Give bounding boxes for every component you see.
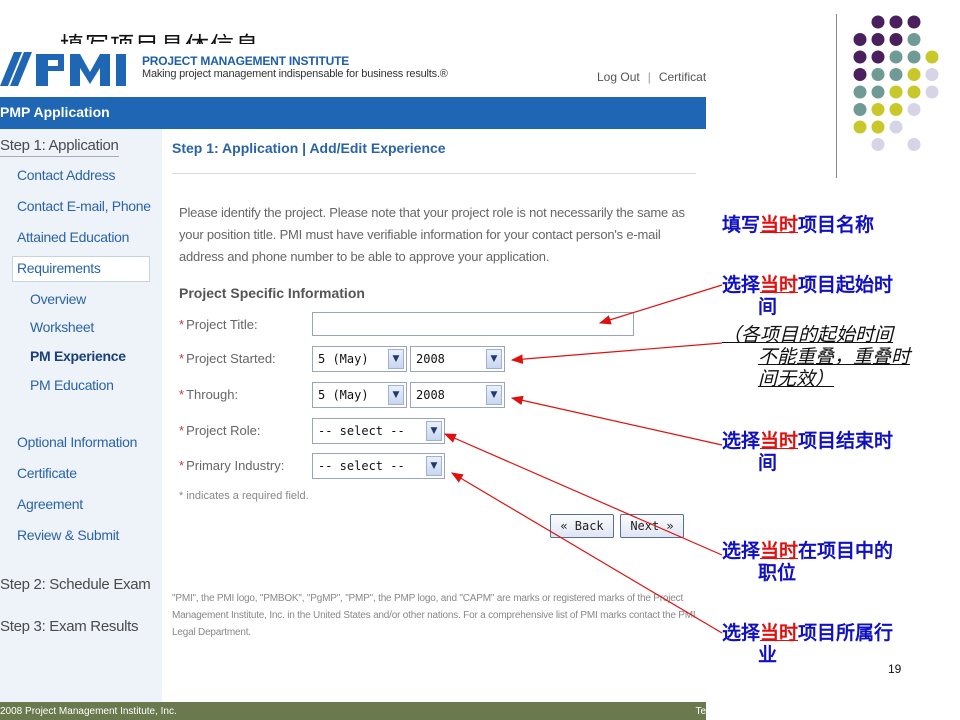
decorative-dot [925,68,939,81]
annotation-project-name: 填写当时项目名称 [722,214,875,236]
decorative-dot [907,138,921,151]
org-tagline: Making project management indispensable … [142,68,448,80]
decorative-dot [889,85,903,99]
sidebar-item-review-submit[interactable]: Review & Submit [17,527,119,543]
project-role-select[interactable]: -- select -- ▼ [312,418,445,444]
divider-line [836,14,837,178]
decorative-dot [907,15,921,29]
app-title-bar: PMP Application [0,97,706,129]
intro-text: Please identify the project. Please note… [179,205,685,264]
decorative-dot [853,103,867,116]
back-button[interactable]: « Back [550,514,614,538]
decorative-dot [853,50,867,64]
decorative-dot [853,85,867,99]
decorative-dot [889,103,903,116]
project-role-label: * Project Role: [179,423,261,438]
sidebar-item-certificate[interactable]: Certificate [17,465,77,481]
sidebar-step2[interactable]: Step 2: Schedule Exam [0,576,151,593]
chevron-down-icon: ▼ [486,349,502,369]
decorative-dot [871,50,885,64]
sidebar-item-contact-address[interactable]: Contact Address [17,167,116,183]
footer-right-text: Te [695,706,706,717]
project-started-label: * Project Started: [179,351,276,366]
project-title-input[interactable] [312,312,634,336]
sidebar-step3[interactable]: Step 3: Exam Results [0,618,139,635]
main-title: Step 1: Application | Add/Edit Experienc… [172,140,446,156]
legal-note: "PMI", the PMI logo, "PMBOK", "PgMP", "P… [172,593,696,638]
sidebar-item-agreement[interactable]: Agreement [17,496,83,512]
decorative-dot [871,68,885,81]
main-divider [172,173,696,174]
decorative-dot [871,120,885,134]
annotation-overlap-warning: （各项目的起始时间 不能重叠，重叠时 间无效） [722,324,911,390]
pmi-screenshot: PROJECT MANAGEMENT INSTITUTE Making proj… [0,44,706,720]
chevron-down-icon: ▼ [388,385,404,405]
chevron-down-icon: ▼ [426,421,442,441]
decorative-dot [871,33,885,46]
section-heading: Project Specific Information [179,285,365,301]
next-button[interactable]: Next » [620,514,684,538]
sidebar-subitem-worksheet[interactable]: Worksheet [30,319,94,335]
through-label: * Through: [179,387,239,402]
sidebar: Step 1: Application Contact Address Cont… [0,129,162,720]
page-number: 19 [888,662,902,676]
chevron-down-icon: ▼ [486,385,502,405]
sidebar-subitem-overview[interactable]: Overview [30,291,86,307]
copyright: 2008 Project Management Institute, Inc. [0,706,177,717]
decorative-dot [853,120,867,134]
decorative-dot [889,15,903,29]
decorative-dot [907,103,921,116]
decorative-dot [889,120,903,134]
primary-industry-label: * Primary Industry: [179,458,285,473]
certification-link[interactable]: Certificat [659,70,706,84]
decorative-dot [889,50,903,64]
decorative-dot [889,68,903,81]
decorative-dot [853,33,867,46]
decorative-dot [907,50,921,64]
decorative-dot [907,68,921,81]
sidebar-item-education[interactable]: Attained Education [17,229,129,245]
decorative-dot [871,15,885,29]
chevron-down-icon: ▼ [426,456,442,476]
footer-bar: 2008 Project Management Institute, Inc. … [0,702,706,720]
annotation-role: 选择当时在项目中的 职位 [722,540,894,584]
chevron-down-icon: ▼ [388,349,404,369]
annotation-end-date: 选择当时项目结束时间 [722,430,894,474]
decorative-dot [925,50,939,64]
primary-industry-select[interactable]: -- select -- ▼ [312,453,445,479]
sidebar-step1[interactable]: Step 1: Application [0,137,119,157]
sidebar-subitem-pm-experience[interactable]: PM Experience [30,348,126,364]
project-title-label: * Project Title: [179,317,258,332]
decorative-dot [871,138,885,151]
decorative-dot [907,33,921,46]
app-title: PMP Application [0,104,110,120]
decorative-dot [853,68,867,81]
sidebar-item-optional-info[interactable]: Optional Information [17,434,137,450]
started-year-select[interactable]: 2008 ▼ [410,346,505,372]
started-month-select[interactable]: 5 (May) ▼ [312,346,407,372]
annotation-industry: 选择当时项目所属行业 [722,622,894,666]
logout-link[interactable]: Log Out [597,70,640,84]
required-note: * indicates a required field. [179,490,309,502]
sidebar-item-contact-email[interactable]: Contact E-mail, Phone [17,198,151,214]
decorative-dot [925,85,939,99]
annotation-start-date: 选择当时项目起始时间 [722,274,894,318]
decorative-dots [853,15,939,151]
through-year-select[interactable]: 2008 ▼ [410,382,505,408]
decorative-dot [889,33,903,46]
org-name: PROJECT MANAGEMENT INSTITUTE [142,54,350,68]
sidebar-item-requirements[interactable]: Requirements [17,260,101,276]
decorative-dot [907,85,921,99]
through-month-select[interactable]: 5 (May) ▼ [312,382,407,408]
pmi-logo [0,52,126,86]
decorative-dot [871,103,885,116]
header-links: Log Out | Certificat [597,70,706,84]
decorative-dot [871,85,885,99]
sidebar-subitem-pm-education[interactable]: PM Education [30,377,114,393]
